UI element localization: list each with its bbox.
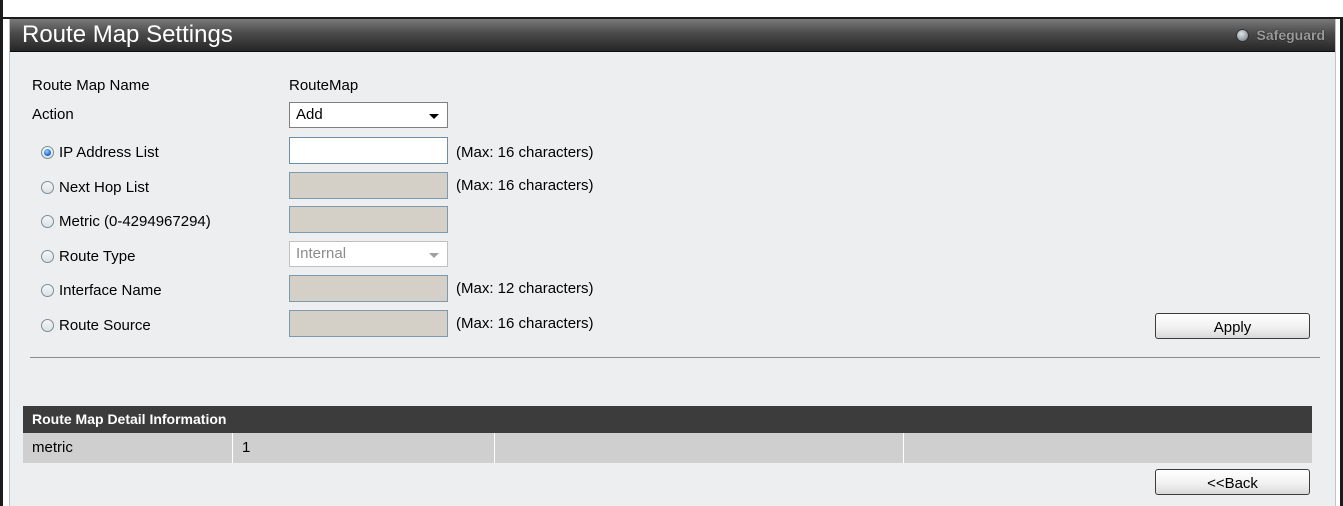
interface-name-label: Interface Name (59, 282, 162, 299)
ip-address-list-input[interactable] (289, 137, 448, 164)
apply-button[interactable]: Apply (1155, 313, 1310, 339)
route-map-name-value: RouteMap (289, 77, 359, 94)
page-title: Route Map Settings (22, 21, 233, 48)
section-divider (30, 357, 1320, 358)
radio-metric[interactable] (41, 215, 54, 228)
next-hop-list-label: Next Hop List (59, 179, 150, 196)
next-hop-list-hint: (Max: 16 characters) (456, 177, 594, 194)
table-row: metric 1 (23, 433, 1312, 463)
table-header: Route Map Detail Information (23, 406, 1312, 433)
route-source-label: Route Source (59, 317, 151, 334)
route-map-settings-panel: Route Map Settings Safeguard Route Map N… (9, 19, 1336, 506)
safeguard-label: Safeguard (1256, 27, 1325, 43)
radio-ip-address-list[interactable] (41, 146, 54, 159)
route-type-select-value: Internal (296, 245, 347, 262)
chevron-down-icon (429, 114, 439, 119)
radio-route-type[interactable] (41, 250, 54, 263)
table-cell: 1 (232, 433, 494, 463)
chevron-down-icon (429, 253, 439, 258)
interface-name-input[interactable] (289, 275, 448, 302)
route-type-label: Route Type (59, 248, 136, 265)
interface-name-hint: (Max: 12 characters) (456, 280, 594, 297)
action-select[interactable]: Add (289, 102, 448, 128)
route-source-input[interactable] (289, 310, 448, 337)
radio-interface-name[interactable] (41, 284, 54, 297)
table-cell (494, 433, 903, 463)
radio-next-hop-list[interactable] (41, 181, 54, 194)
route-type-select[interactable]: Internal (289, 241, 448, 267)
radio-route-source[interactable] (41, 319, 54, 332)
ip-address-list-label: IP Address List (59, 144, 159, 161)
safeguard-indicator[interactable]: Safeguard (1235, 26, 1325, 44)
safeguard-status-icon (1235, 29, 1249, 42)
top-strip (0, 0, 1343, 18)
table-cell (903, 433, 1312, 463)
route-map-name-label: Route Map Name (32, 77, 150, 94)
table-cell: metric (32, 439, 73, 456)
next-hop-list-input[interactable] (289, 172, 448, 199)
metric-label: Metric (0-4294967294) (59, 213, 211, 230)
panel-title-bar: Route Map Settings Safeguard (10, 19, 1335, 52)
route-source-hint: (Max: 16 characters) (456, 315, 594, 332)
route-map-detail-table: Route Map Detail Information metric 1 (23, 406, 1312, 463)
back-button[interactable]: <<Back (1155, 469, 1310, 495)
action-select-value: Add (296, 106, 323, 123)
action-label: Action (32, 106, 74, 123)
ip-address-list-hint: (Max: 16 characters) (456, 144, 594, 161)
frame-border-left (0, 0, 3, 506)
metric-input[interactable] (289, 206, 448, 233)
